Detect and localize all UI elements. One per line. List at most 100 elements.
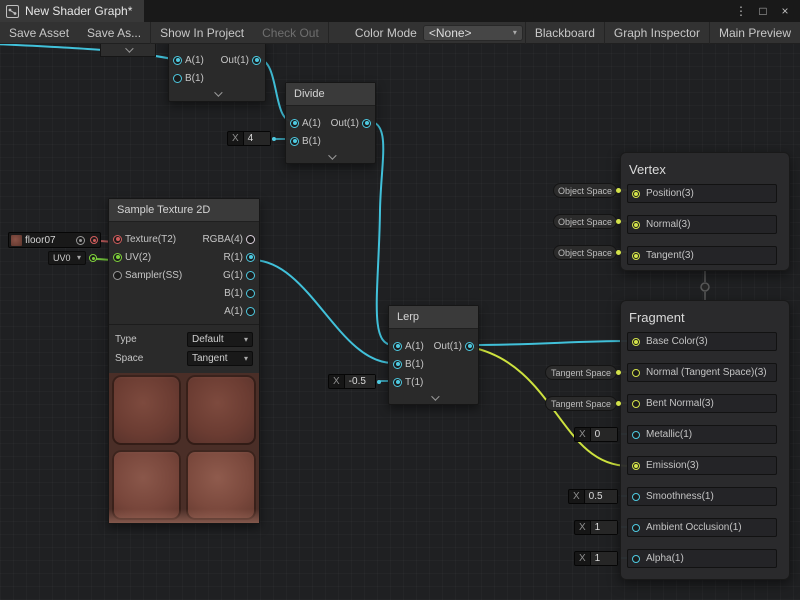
input-port-b-icon[interactable] bbox=[173, 74, 182, 83]
uv-output-port-icon[interactable] bbox=[89, 254, 97, 262]
fragment-block[interactable]: Fragment Base Color(3) Normal (Tangent S… bbox=[620, 300, 790, 580]
op-node[interactable]: A(1) Out(1) B(1) bbox=[168, 40, 266, 102]
show-in-project-button[interactable]: Show In Project bbox=[151, 22, 253, 44]
graph-canvas[interactable]: A(1) Out(1) B(1) Divide A(1) Out(1) bbox=[0, 0, 800, 600]
node-title[interactable]: Divide bbox=[286, 83, 375, 106]
normal-ts-port-icon[interactable] bbox=[632, 369, 640, 377]
space-pill: Tangent Space bbox=[545, 396, 617, 411]
tangent-port-icon[interactable] bbox=[632, 252, 640, 260]
collapse-chevron-icon[interactable] bbox=[431, 392, 439, 400]
port-label-a: A(1) bbox=[224, 306, 243, 317]
port-label-a: A(1) bbox=[302, 118, 321, 129]
uv-channel-dropdown[interactable]: UV0 ▾ bbox=[48, 251, 86, 265]
input-port-uv-icon[interactable] bbox=[113, 253, 122, 262]
row-label: Alpha(1) bbox=[646, 553, 684, 564]
output-port-a-icon[interactable] bbox=[246, 307, 255, 316]
vertex-block[interactable]: Vertex Position(3) Normal(3) Tangent(3) bbox=[620, 152, 790, 271]
output-port-icon[interactable] bbox=[362, 119, 371, 128]
main-preview-toggle-button[interactable]: Main Preview bbox=[710, 22, 800, 44]
port-row: A(1) Out(1) bbox=[169, 51, 265, 69]
more-menu-icon[interactable]: ⋮ bbox=[732, 2, 750, 20]
metallic-x-field: X 0 bbox=[574, 427, 618, 442]
space-pill: Object Space bbox=[553, 214, 617, 229]
port-label-b: B(1) bbox=[302, 136, 321, 147]
x-value-input[interactable]: 1 bbox=[590, 552, 617, 565]
port-label-b: B(1) bbox=[405, 359, 424, 370]
x-label: X bbox=[329, 376, 344, 387]
maximize-icon[interactable]: □ bbox=[754, 2, 772, 20]
port-row: B(1) bbox=[169, 69, 265, 87]
bentnormal-port-icon[interactable] bbox=[632, 400, 640, 408]
ao-x-field: X 1 bbox=[574, 520, 618, 535]
input-port-b-icon[interactable] bbox=[393, 360, 402, 369]
save-as-button[interactable]: Save As... bbox=[78, 22, 150, 44]
output-port-g-icon[interactable] bbox=[246, 271, 255, 280]
metallic-port-icon[interactable] bbox=[632, 431, 640, 439]
port-row: A(1) bbox=[109, 302, 259, 320]
save-asset-button[interactable]: Save Asset bbox=[0, 22, 78, 44]
type-dropdown[interactable]: Default ▾ bbox=[187, 332, 253, 347]
collapse-chevron-icon[interactable] bbox=[214, 88, 222, 96]
sample-texture-2d-node[interactable]: Sample Texture 2D Texture(T2) RGBA(4) UV… bbox=[108, 198, 260, 524]
port-row: Texture(T2) RGBA(4) bbox=[109, 230, 259, 248]
output-port-rgba-icon[interactable] bbox=[246, 235, 255, 244]
wire-lerp-to-basecolor[interactable] bbox=[470, 341, 629, 345]
x-value-input[interactable]: -0.5 bbox=[344, 375, 375, 388]
output-port-icon[interactable] bbox=[465, 342, 474, 351]
port-label-texture: Texture(T2) bbox=[125, 234, 176, 245]
collapsed-node-partial[interactable] bbox=[100, 44, 156, 57]
blackboard-toggle-button[interactable]: Blackboard bbox=[526, 22, 604, 44]
input-port-sampler-icon[interactable] bbox=[113, 271, 122, 280]
x-value-input[interactable]: 4 bbox=[243, 132, 270, 145]
smoothness-x-field: X 0.5 bbox=[568, 489, 618, 504]
input-port-t-icon[interactable] bbox=[393, 378, 402, 387]
x-value-input[interactable]: 1 bbox=[590, 521, 617, 534]
port-label-out: Out(1) bbox=[331, 118, 359, 129]
port-label-t: T(1) bbox=[405, 377, 423, 388]
input-port-b-icon[interactable] bbox=[290, 137, 299, 146]
collapse-chevron-icon[interactable] bbox=[328, 151, 336, 159]
port-row: A(1) Out(1) bbox=[389, 337, 478, 355]
shader-graph-tab[interactable]: New Shader Graph* bbox=[0, 0, 144, 22]
output-port-r-icon[interactable] bbox=[246, 253, 255, 262]
pill-port-icon bbox=[616, 370, 621, 375]
x-value-input[interactable]: 0.5 bbox=[584, 490, 617, 503]
row-label: Normal(3) bbox=[646, 219, 690, 230]
collapse-chevron-icon[interactable] bbox=[125, 44, 133, 52]
input-port-a-icon[interactable] bbox=[290, 119, 299, 128]
position-port-icon[interactable] bbox=[632, 190, 640, 198]
output-port-b-icon[interactable] bbox=[246, 289, 255, 298]
uv-channel-control: UV0 ▾ bbox=[48, 251, 97, 265]
input-port-a-icon[interactable] bbox=[173, 56, 182, 65]
graph-inspector-toggle-button[interactable]: Graph Inspector bbox=[605, 22, 709, 44]
input-port-a-icon[interactable] bbox=[393, 342, 402, 351]
color-mode-dropdown[interactable]: <None> ▾ bbox=[423, 25, 523, 41]
x-value-input[interactable]: 0 bbox=[590, 428, 617, 441]
texture-output-port-icon[interactable] bbox=[90, 236, 98, 244]
output-port-icon[interactable] bbox=[252, 56, 261, 65]
pill-port-icon bbox=[616, 401, 621, 406]
node-title[interactable]: Lerp bbox=[389, 306, 478, 329]
vertex-normal-row: Normal(3) bbox=[627, 215, 777, 234]
pill-port-icon bbox=[616, 188, 621, 193]
port-label-a: A(1) bbox=[185, 55, 204, 66]
color-mode-label: Color Mode bbox=[329, 26, 423, 40]
input-port-texture-icon[interactable] bbox=[113, 235, 122, 244]
divide-node[interactable]: Divide A(1) Out(1) B(1) bbox=[285, 82, 376, 164]
wire-r-to-lerp-b[interactable] bbox=[252, 260, 393, 363]
ao-port-icon[interactable] bbox=[632, 524, 640, 532]
basecolor-port-icon[interactable] bbox=[632, 338, 640, 346]
normal-port-icon[interactable] bbox=[632, 221, 640, 229]
emission-port-icon[interactable] bbox=[632, 462, 640, 470]
space-dropdown[interactable]: Tangent ▾ bbox=[187, 351, 253, 366]
smoothness-port-icon[interactable] bbox=[632, 493, 640, 501]
space-pill: Object Space bbox=[553, 183, 617, 198]
texture-asset-field[interactable]: floor07 bbox=[8, 232, 101, 248]
alpha-port-icon[interactable] bbox=[632, 555, 640, 563]
texture-tile bbox=[186, 450, 256, 520]
node-title[interactable]: Sample Texture 2D bbox=[109, 199, 259, 222]
lerp-node[interactable]: Lerp A(1) Out(1) B(1) T(1) bbox=[388, 305, 479, 405]
dropdown-arrow-icon: ▾ bbox=[244, 355, 248, 363]
close-icon[interactable]: × bbox=[776, 2, 794, 20]
object-picker-icon[interactable] bbox=[76, 236, 85, 245]
